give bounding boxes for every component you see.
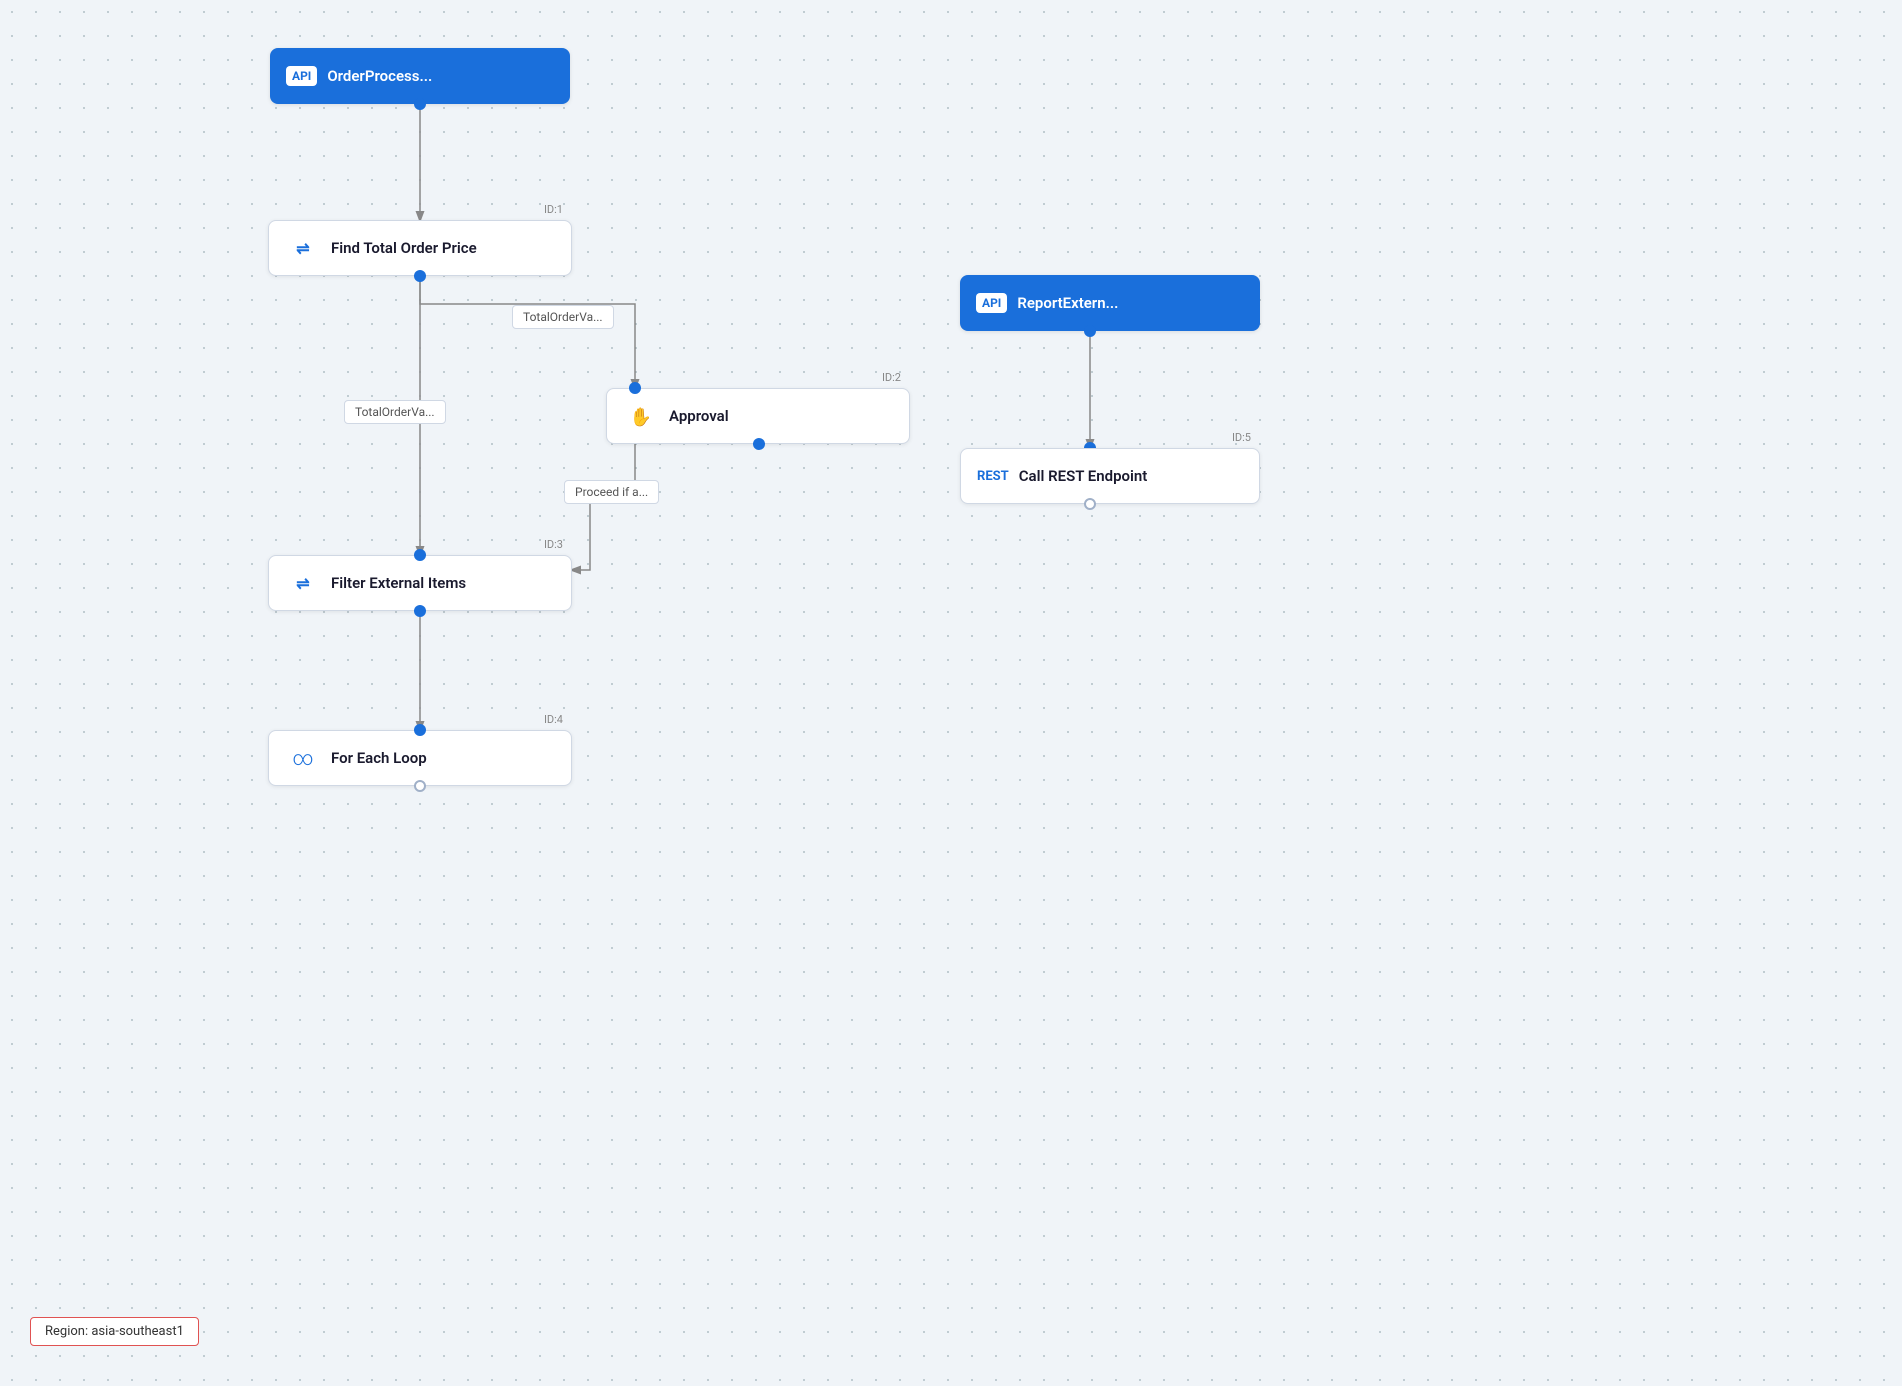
approval-node[interactable]: ID:2 Approval — [606, 388, 910, 444]
filter-external-icon — [285, 565, 321, 601]
for-each-icon — [285, 740, 321, 776]
order-process-label: OrderProcess... — [327, 67, 432, 85]
approval-id: ID:2 — [882, 371, 901, 384]
connector-dot-for-each-out — [414, 780, 426, 792]
find-total-order-price-node[interactable]: ID:1 Find Total Order Price — [268, 220, 572, 276]
filter-external-id: ID:3 — [544, 538, 563, 551]
arrows-icon — [296, 239, 309, 258]
connector-dot-filter-external-out — [414, 605, 426, 617]
connections-layer — [0, 0, 1902, 1386]
connector-dot-approval-in — [629, 382, 641, 394]
order-process-node[interactable]: API OrderProcess... — [270, 48, 570, 104]
find-total-id: ID:1 — [544, 203, 563, 216]
connector-dot-reportextern-out — [1084, 325, 1096, 337]
total-order-va-label-1: TotalOrderVa... — [512, 305, 614, 329]
for-each-id: ID:4 — [544, 713, 563, 726]
filter-external-items-node[interactable]: ID:3 Filter External Items — [268, 555, 572, 611]
filter-icon — [285, 230, 321, 266]
connector-dot-find-total-out — [414, 270, 426, 282]
infinity-icon — [292, 746, 313, 770]
report-extern-label: ReportExtern... — [1017, 294, 1118, 312]
connector-dot-approval-out — [753, 438, 765, 450]
proceed-if-a-label: Proceed if a... — [564, 480, 659, 504]
find-total-label: Find Total Order Price — [331, 239, 477, 257]
connector-dot-orderprocess-out — [414, 98, 426, 110]
call-rest-id: ID:5 — [1232, 431, 1251, 444]
connector-dot-for-each-in — [414, 724, 426, 736]
connector-dot-filter-external-in — [414, 549, 426, 561]
approval-icon — [623, 398, 659, 434]
approval-label: Approval — [669, 407, 729, 425]
total-order-va-label-2: TotalOrderVa... — [344, 400, 446, 424]
report-api-badge: API — [976, 293, 1007, 313]
for-each-label: For Each Loop — [331, 749, 427, 767]
arrows-icon-2 — [296, 574, 309, 593]
for-each-loop-node[interactable]: ID:4 For Each Loop — [268, 730, 572, 786]
hand-icon — [630, 404, 652, 428]
call-rest-endpoint-node[interactable]: ID:5 REST Call REST Endpoint — [960, 448, 1260, 504]
filter-external-label: Filter External Items — [331, 574, 466, 592]
rest-badge: REST — [977, 469, 1009, 484]
workflow-canvas: API OrderProcess... ID:1 Find Total Orde… — [0, 0, 1902, 1386]
api-badge: API — [286, 66, 317, 86]
report-extern-node[interactable]: API ReportExtern... — [960, 275, 1260, 331]
call-rest-label: Call REST Endpoint — [1019, 467, 1148, 485]
connector-dot-rest-out — [1084, 498, 1096, 510]
region-badge: Region: asia-southeast1 — [30, 1317, 199, 1346]
